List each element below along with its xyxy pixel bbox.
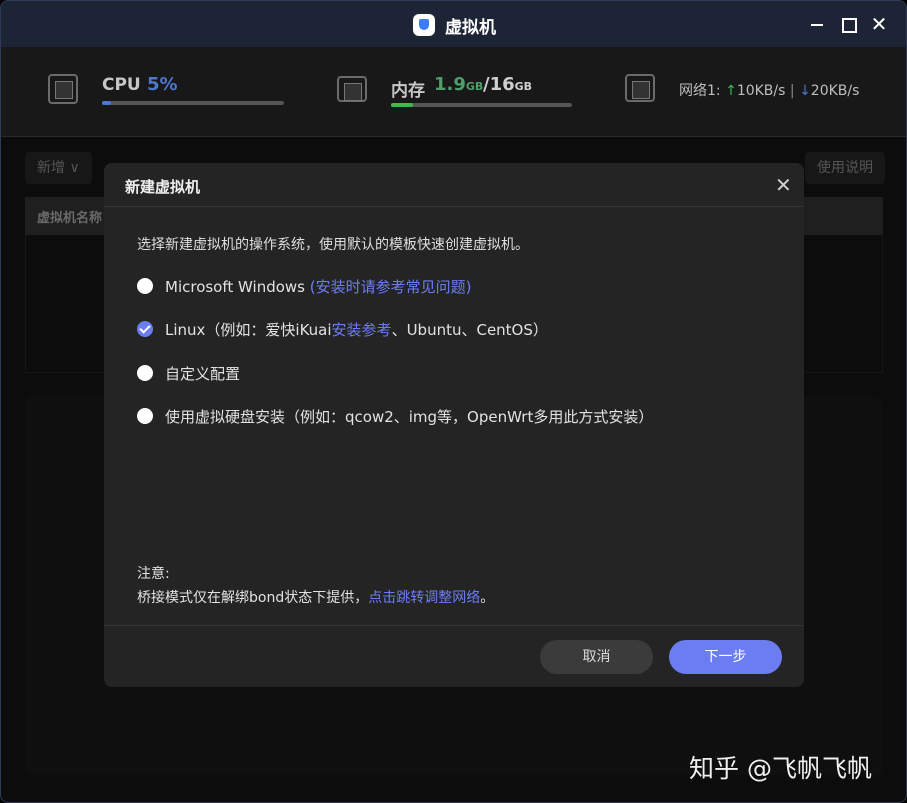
memory-total-unit: GB: [514, 80, 533, 93]
cpu-icon: [48, 74, 78, 104]
memory-total: /16GB: [483, 74, 532, 95]
dialog-intro: 选择新建虚拟机的操作系统，使用默认的模板快速创建虚拟机。: [137, 237, 529, 253]
maximize-icon[interactable]: [837, 13, 859, 35]
option-windows-text: Microsoft Windows: [165, 278, 310, 296]
close-icon[interactable]: ✕: [775, 175, 792, 195]
memory-total-value: 16: [489, 74, 515, 95]
radio-windows[interactable]: [137, 278, 153, 294]
dialog-title: 新建虚拟机: [125, 178, 201, 196]
cpu-usage-bar: [102, 101, 284, 105]
network-icon: [625, 74, 655, 102]
network-separator: |: [789, 83, 795, 99]
cancel-button[interactable]: 取消: [540, 640, 653, 674]
memory-used-unit: GB: [465, 80, 484, 93]
note-text: 桥接模式仅在解绑bond状态下提供，点击跳转调整网络。: [137, 587, 494, 607]
option-linux-text: Linux（例如：爱快iKuai: [165, 321, 332, 339]
dialog-header: 新建虚拟机 ✕: [104, 163, 804, 207]
option-custom-label: 自定义配置: [165, 365, 241, 383]
note-title: 注意:: [137, 566, 170, 582]
network-label: 网络1:: [679, 83, 721, 99]
network-stats: 网络1: ↑10KB/s | ↓20KB/s: [679, 80, 859, 100]
app-window: 虚拟机 ✕ CPU 5% 内存 1.9GB /16GB 网络1: ↑10KB/s…: [0, 0, 907, 803]
system-stats-bar: CPU 5% 内存 1.9GB /16GB 网络1: ↑10KB/s | ↓20…: [1, 47, 906, 137]
option-virtual-disk-label: 使用虚拟硬盘安装（例如：qcow2、img等，OpenWrt多用此方式安装）: [165, 408, 654, 426]
close-window-icon[interactable]: ✕: [868, 13, 890, 35]
memory-used-value: 1.9: [434, 74, 466, 95]
memory-usage-fill: [391, 103, 413, 107]
watermark-text: 知乎 @飞帆飞帆: [689, 754, 872, 783]
memory-used: 1.9GB: [434, 74, 483, 95]
note-body: 桥接模式仅在解绑bond状态下提供，: [137, 590, 369, 606]
app-logo-icon: [413, 14, 435, 36]
adjust-network-link[interactable]: 点击跳转调整网络: [368, 590, 480, 606]
cpu-value: 5%: [147, 74, 178, 95]
memory-label: 内存: [391, 81, 425, 101]
option-linux-suffix: 、Ubuntu、CentOS）: [391, 321, 548, 339]
new-vm-dialog: 新建虚拟机 ✕ 选择新建虚拟机的操作系统，使用默认的模板快速创建虚拟机。 Mic…: [104, 163, 804, 687]
memory-slash: /: [483, 74, 490, 95]
option-windows-label: Microsoft Windows (安装时请参考常见问题): [165, 276, 471, 297]
option-linux-label: Linux（例如：爱快iKuai安装参考、Ubuntu、CentOS）: [165, 319, 548, 340]
ram-icon: [337, 76, 367, 102]
cpu-usage-fill: [102, 101, 112, 105]
radio-virtual-disk[interactable]: [137, 408, 153, 424]
install-reference-link[interactable]: 安装参考: [332, 321, 392, 339]
cpu-label: CPU: [102, 75, 141, 95]
minimize-icon[interactable]: [806, 13, 828, 35]
radio-custom[interactable]: [137, 365, 153, 381]
download-speed: 20KB/s: [810, 83, 860, 99]
dialog-footer-divider: [104, 625, 804, 626]
upload-speed: 10KB/s: [736, 83, 786, 99]
download-arrow-icon: ↓: [799, 83, 811, 99]
upload-arrow-icon: ↑: [725, 83, 737, 99]
window-title: 虚拟机: [445, 18, 496, 38]
windows-faq-link[interactable]: (安装时请参考常见问题): [310, 278, 472, 296]
radio-linux[interactable]: [137, 321, 153, 337]
memory-usage-bar: [391, 103, 572, 107]
note-end: 。: [480, 590, 495, 606]
next-button[interactable]: 下一步: [669, 640, 782, 674]
title-bar[interactable]: 虚拟机 ✕: [1, 1, 906, 47]
